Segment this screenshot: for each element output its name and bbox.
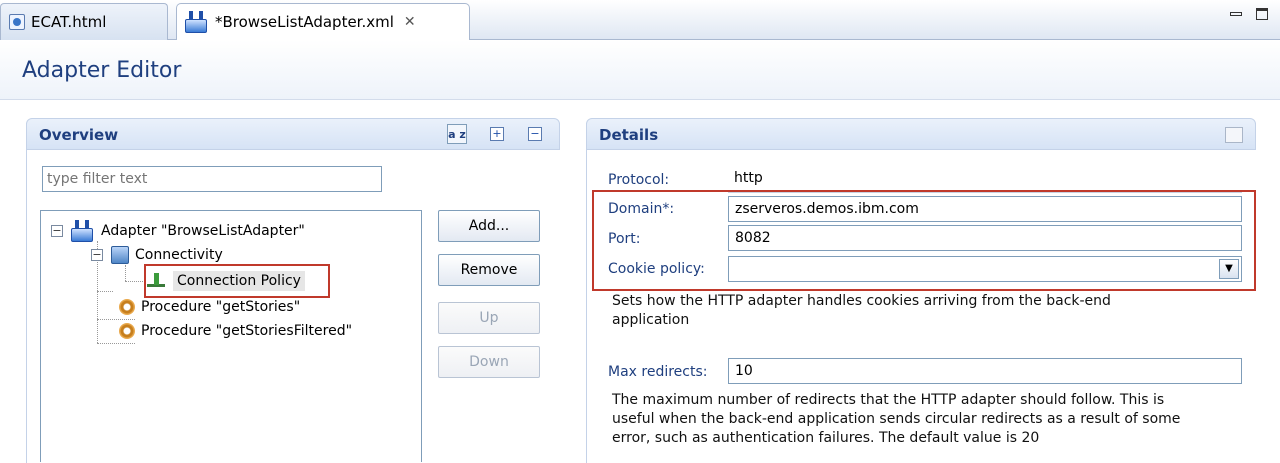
cookie-policy-help-line2: application: [612, 312, 690, 328]
sort-alphabetical-icon[interactable]: a z: [447, 124, 467, 144]
minimize-icon[interactable]: [1230, 12, 1242, 16]
tree-item-adapter[interactable]: − Adapter "BrowseListAdapter": [51, 219, 305, 243]
page-title: Adapter Editor: [22, 58, 182, 83]
max-redirects-help-line1: The maximum number of redirects that the…: [612, 392, 1165, 408]
tab-browselistadapter-xml[interactable]: *BrowseListAdapter.xml ✕: [176, 3, 470, 40]
collapse-toggle-icon[interactable]: −: [91, 249, 103, 261]
remove-button[interactable]: Remove: [438, 254, 540, 286]
connectivity-icon: [111, 246, 129, 264]
adapter-tree: − Adapter "BrowseListAdapter" − Connecti…: [40, 210, 422, 462]
overview-border: [26, 150, 27, 463]
max-redirects-help-line2: useful when the back-end application sen…: [612, 411, 1181, 427]
collapse-all-icon[interactable]: −: [525, 124, 545, 144]
window-controls: [1230, 8, 1268, 20]
editor-header: Adapter Editor: [0, 40, 1280, 100]
overview-section-header: Overview a z + −: [26, 118, 560, 150]
adapter-icon: [71, 220, 93, 242]
protocol-label: Protocol:: [608, 172, 670, 188]
filter-input[interactable]: [42, 166, 382, 192]
expand-all-icon[interactable]: +: [487, 124, 507, 144]
max-redirects-label: Max redirects:: [608, 364, 708, 380]
html-file-icon: [9, 14, 25, 30]
connection-policy-highlight: [144, 264, 330, 298]
collapse-toggle-icon[interactable]: −: [51, 225, 63, 237]
tab-label: *BrowseListAdapter.xml: [215, 13, 394, 31]
max-redirects-help-line3: error, such as authentication failures. …: [612, 430, 1040, 446]
tree-item-label: Procedure "getStoriesFiltered": [141, 323, 353, 339]
editor-tab-bar: ECAT.html *BrowseListAdapter.xml ✕: [0, 0, 1280, 40]
max-redirects-field[interactable]: 10: [728, 358, 1242, 384]
tab-label: ECAT.html: [31, 13, 107, 31]
details-section-header: Details: [586, 118, 1256, 150]
add-button[interactable]: Add...: [438, 210, 540, 242]
procedure-gear-icon: [119, 323, 135, 339]
tree-item-label: Procedure "getStories": [141, 299, 301, 315]
tree-item-label: Adapter "BrowseListAdapter": [101, 223, 305, 239]
details-border: [586, 150, 587, 463]
cookie-policy-help-line1: Sets how the HTTP adapter handles cookie…: [612, 293, 1111, 309]
tab-ecat-html[interactable]: ECAT.html: [0, 3, 168, 40]
tree-item-procedure-getstories[interactable]: Procedure "getStories": [119, 295, 300, 319]
procedure-gear-icon: [119, 299, 135, 315]
details-title: Details: [599, 126, 659, 144]
close-icon[interactable]: ✕: [404, 14, 416, 30]
connection-settings-highlight: [592, 190, 1256, 291]
details-menu-icon[interactable]: [1225, 127, 1243, 143]
tree-item-procedure-getstoriesfiltered[interactable]: Procedure "getStoriesFiltered": [119, 319, 352, 343]
overview-title: Overview: [39, 126, 119, 144]
down-button[interactable]: Down: [438, 346, 540, 378]
adapter-icon: [185, 11, 207, 33]
tree-item-label: Connectivity: [135, 247, 223, 263]
protocol-value: http: [734, 170, 763, 186]
up-button[interactable]: Up: [438, 302, 540, 334]
maximize-icon[interactable]: [1256, 8, 1268, 20]
